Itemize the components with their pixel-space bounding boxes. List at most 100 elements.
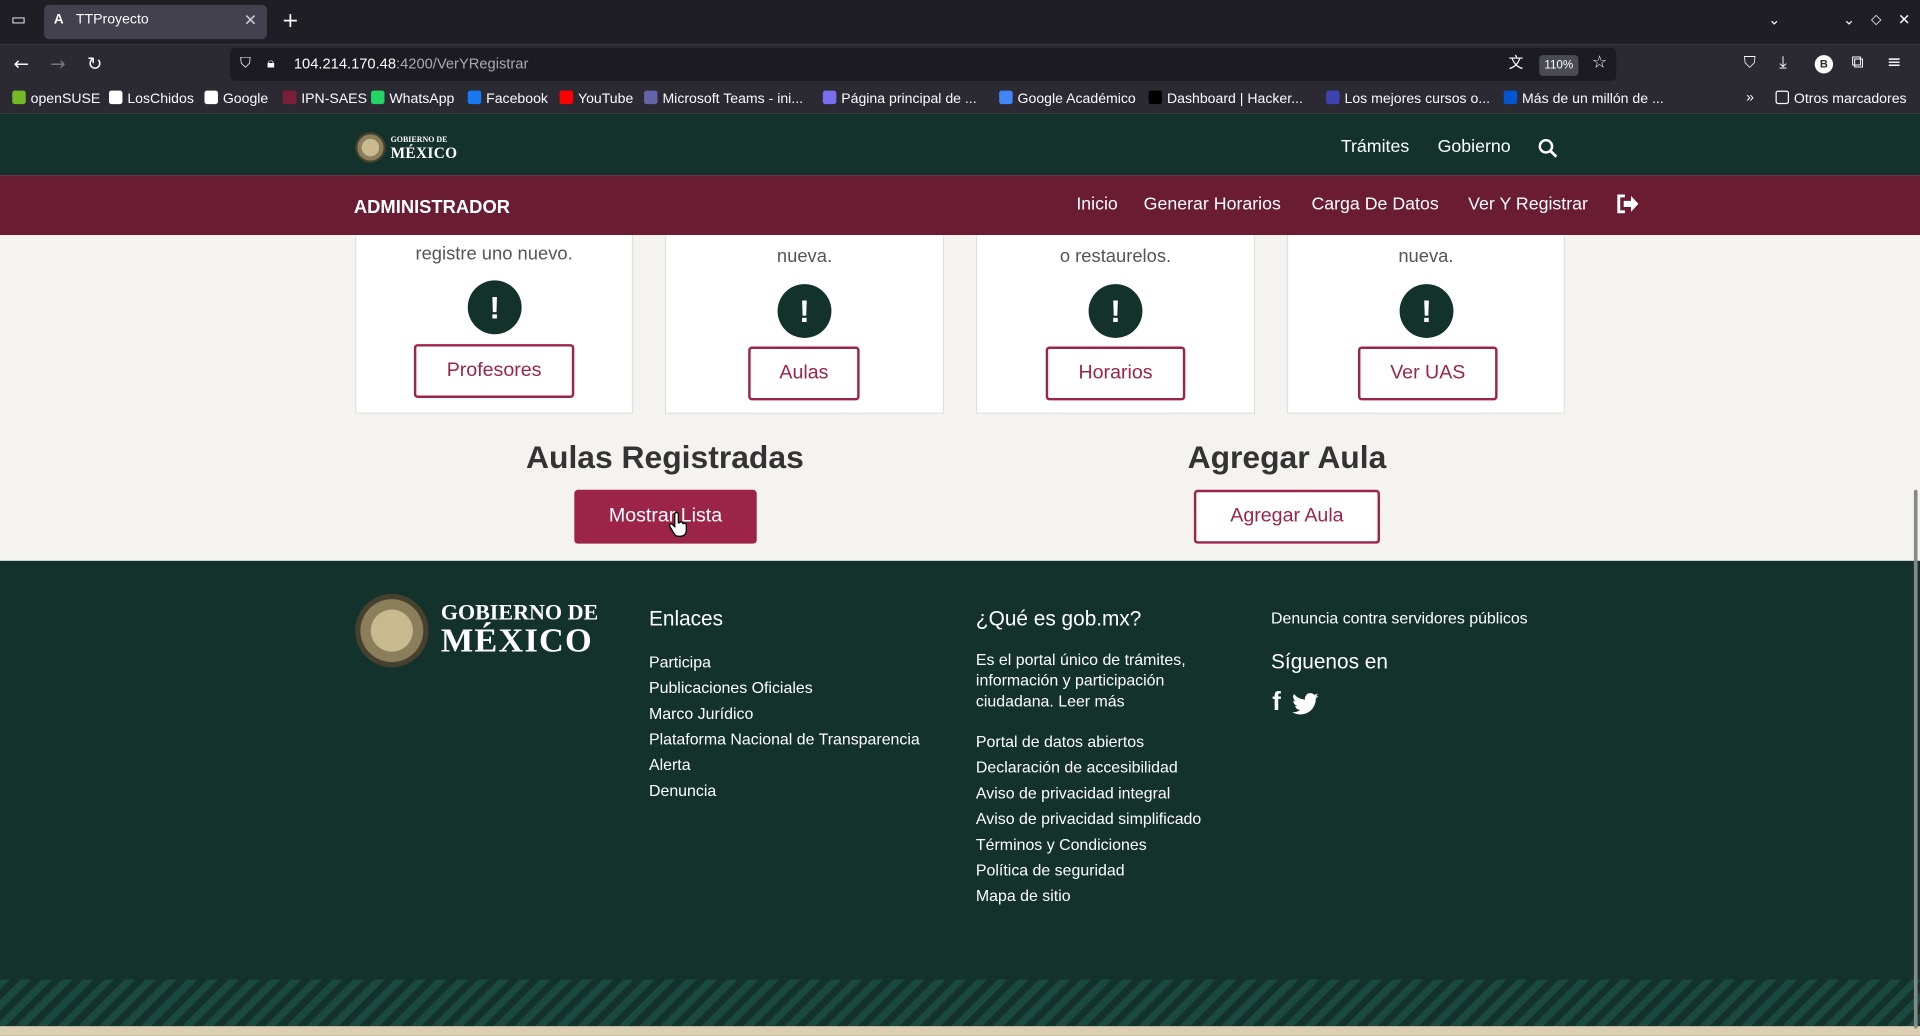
agregar-aula-button[interactable]: Agregar Aula — [1193, 489, 1381, 544]
profesores-button[interactable]: Profesores — [413, 344, 575, 398]
bookmark-label: Microsoft Teams - ini... — [662, 91, 804, 107]
logout-icon[interactable] — [1616, 193, 1639, 214]
que-es-line: Es el portal único de trámites, — [975, 650, 1186, 669]
footer-link[interactable]: Aviso de privacidad simplificado — [976, 806, 1201, 832]
gov-header: GOBIERNO DE MÉXICO Trámites Gobierno — [0, 113, 1920, 176]
denuncia-link[interactable]: Denuncia contra servidores públicos — [1271, 609, 1528, 627]
bookmark-favicon-icon — [282, 90, 297, 105]
twitter-icon[interactable] — [1292, 693, 1319, 715]
footer-logo-big: MÉXICO — [440, 622, 593, 661]
gov-logo[interactable]: GOBIERNO DE MÉXICO — [391, 136, 458, 162]
bookmark-favicon-icon — [12, 90, 26, 105]
footer-link[interactable]: Plataforma Nacional de Transparencia — [649, 726, 920, 752]
footer-logo-small: GOBIERNO DE — [440, 600, 599, 625]
bookmark-favicon-icon — [559, 90, 574, 105]
alert-icon: ! — [467, 280, 522, 335]
zoom-level[interactable]: 110% — [1539, 55, 1579, 76]
back-icon[interactable]: ← — [13, 54, 28, 73]
bookmark-favicon-icon — [999, 90, 1013, 105]
nav-ver-y-registrar[interactable]: Ver Y Registrar — [1468, 195, 1588, 215]
url-path: :4200/VerYRegistrar — [396, 55, 529, 73]
chevron-down-icon[interactable]: ⌄ — [1768, 12, 1780, 27]
page-scrollbar[interactable] — [1913, 489, 1918, 1029]
shield-icon[interactable]: ⛉ — [240, 55, 251, 70]
bookmark-star-icon[interactable]: ☆ — [1592, 54, 1607, 71]
bookmark-label: WhatsApp — [389, 91, 455, 107]
nav-inicio[interactable]: Inicio — [1076, 195, 1117, 215]
bookmark-item[interactable]: Página principal de ... — [822, 90, 977, 107]
agregar-aula-title: Agregar Aula — [1187, 438, 1387, 476]
logo-big-text: MÉXICO — [390, 144, 458, 162]
lock-icon[interactable]: 🔒︎ — [267, 55, 275, 70]
new-tab-icon[interactable]: + — [282, 10, 299, 32]
bookmark-item[interactable]: IPN-SAES — [282, 90, 367, 107]
forward-icon[interactable]: → — [50, 54, 65, 73]
bookmark-item[interactable]: Facebook — [467, 90, 548, 107]
alert-icon: ! — [1399, 284, 1454, 338]
account-icon[interactable]: B — [1814, 55, 1834, 74]
bookmark-item[interactable]: Dashboard | Hacker... — [1148, 90, 1303, 107]
facebook-icon[interactable]: f — [1272, 688, 1281, 717]
bookmark-favicon-icon — [822, 90, 837, 105]
extensions-icon[interactable]: ⧉ — [1851, 54, 1863, 71]
horarios-button[interactable]: Horarios — [1045, 346, 1186, 401]
more-bookmarks-icon[interactable]: » — [1746, 91, 1754, 106]
footer-link[interactable]: Marco Jurídico — [649, 700, 920, 726]
footer-link[interactable]: Términos y Condiciones — [976, 831, 1201, 857]
que-es-title: ¿Qué es gob.mx? — [975, 607, 1142, 631]
url-bar[interactable]: ⛉ 🔒︎ 104.214.170.48:4200/VerYRegistrar 文… — [230, 47, 1617, 81]
footer-logo[interactable]: GOBIERNO DE MÉXICO — [441, 601, 598, 660]
bookmarks-bar: » Otros marcadores openSUSE LosChidos Goog… — [0, 84, 1920, 114]
bookmark-item[interactable]: Google Académico — [999, 90, 1136, 107]
bookmark-item[interactable]: LosChidos — [108, 90, 194, 107]
bookmark-item[interactable]: Microsoft Teams - ini... — [644, 90, 804, 107]
enlaces-list: Participa Publicaciones Oficiales Marco … — [649, 649, 920, 803]
search-icon[interactable] — [1538, 138, 1558, 158]
footer-link[interactable]: Mapa de sitio — [976, 883, 1201, 909]
close-window-icon[interactable]: ✕ — [1898, 12, 1910, 27]
footer-link[interactable]: Participa — [649, 649, 920, 675]
footer-link[interactable]: Política de seguridad — [976, 857, 1201, 883]
footer-link[interactable]: Portal de datos abiertos — [976, 729, 1201, 755]
que-es-text: Es el portal único de trámites, informac… — [976, 649, 1186, 711]
bookmark-item[interactable]: YouTube — [559, 90, 633, 107]
close-tab-icon[interactable]: ✕ — [244, 11, 257, 31]
mostrar-lista-button[interactable]: Mostrar Lista — [574, 489, 757, 544]
tab-list-icon[interactable]: ▭ — [11, 12, 26, 28]
aulas-registradas-title: Aulas Registradas — [525, 438, 804, 476]
logo-small-text: GOBIERNO DE — [390, 135, 448, 145]
que-es-line[interactable]: ciudadana. Leer más — [976, 691, 1186, 712]
browser-tab[interactable]: A TTProyecto ✕ — [44, 4, 267, 40]
bookmark-item[interactable]: Google — [204, 90, 268, 107]
aulas-button[interactable]: Aulas — [748, 346, 860, 401]
bookmark-item[interactable]: openSUSE — [12, 90, 100, 107]
card-uas: nueva. ! Ver UAS — [1286, 235, 1565, 414]
bookmark-favicon-icon — [204, 90, 218, 105]
minimize-icon[interactable]: ⌄ — [1843, 12, 1855, 27]
alert-icon: ! — [1088, 284, 1143, 338]
bookmark-item[interactable]: Los mejores cursos o... — [1326, 90, 1491, 107]
que-es-line: información y participación — [975, 671, 1165, 690]
nav-tramites[interactable]: Trámites — [1341, 137, 1409, 157]
footer-link[interactable]: Alerta — [649, 752, 920, 778]
nav-generar-horarios[interactable]: Generar Horarios — [1144, 195, 1281, 215]
menu-icon[interactable]: ≡ — [1887, 54, 1901, 71]
bookmark-item[interactable]: Más de un millón de ... — [1503, 90, 1664, 107]
maximize-icon[interactable]: ◇ — [1871, 12, 1881, 25]
footer-link[interactable]: Publicaciones Oficiales — [649, 675, 920, 701]
nav-gobierno[interactable]: Gobierno — [1438, 137, 1511, 157]
pocket-icon[interactable]: ⛉ — [1744, 55, 1756, 71]
reload-icon[interactable]: ↻ — [87, 54, 102, 73]
footer-link[interactable]: Denuncia — [649, 778, 920, 804]
download-icon[interactable]: ⤓ — [1779, 54, 1787, 71]
ver-uas-button[interactable]: Ver UAS — [1357, 346, 1498, 401]
other-bookmarks[interactable]: Otros marcadores — [1775, 90, 1907, 107]
bookmark-favicon-icon — [467, 90, 482, 105]
nav-carga-de-datos[interactable]: Carga De Datos — [1311, 195, 1438, 215]
footer-link[interactable]: Aviso de privacidad integral — [976, 780, 1201, 806]
bookmark-label: Los mejores cursos o... — [1344, 91, 1491, 107]
translate-icon[interactable]: 文 — [1509, 55, 1524, 70]
footer-link[interactable]: Declaración de accesibilidad — [976, 754, 1201, 780]
folder-icon — [1775, 90, 1789, 105]
bookmark-item[interactable]: WhatsApp — [371, 90, 455, 107]
